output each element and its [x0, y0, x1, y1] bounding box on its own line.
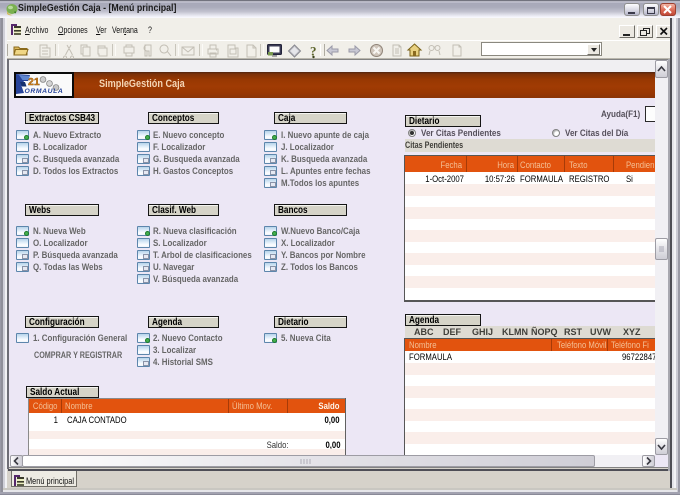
svg-text:21: 21 — [28, 76, 40, 88]
svg-text:ORMAULA: ORMAULA — [25, 88, 64, 95]
